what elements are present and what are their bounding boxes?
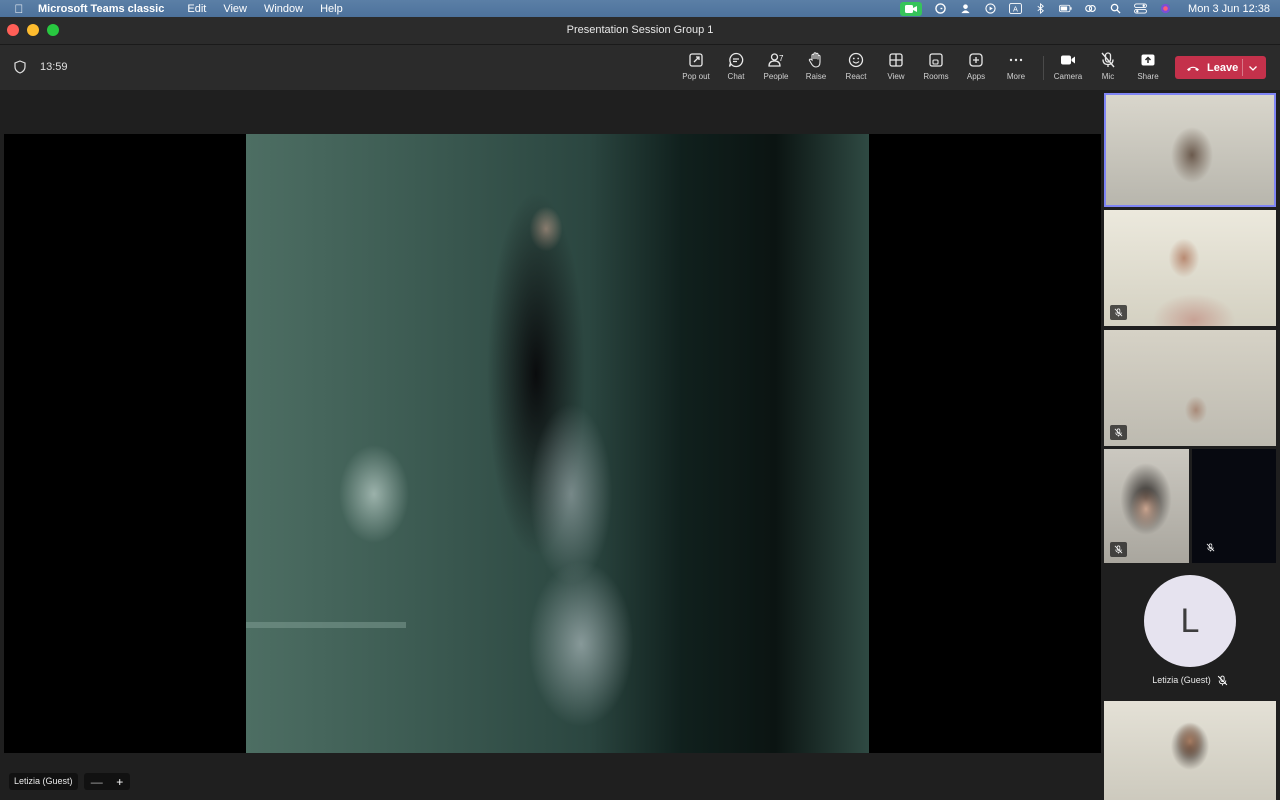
bluetooth-icon[interactable] — [1034, 3, 1047, 14]
zoom-in-button[interactable]: + — [116, 775, 123, 789]
shield-icon — [14, 60, 26, 74]
app-menu[interactable]: Microsoft Teams classic — [38, 3, 164, 15]
more-button[interactable]: More — [996, 51, 1036, 87]
participant-video-tile[interactable] — [1104, 210, 1276, 326]
chat-button[interactable]: Chat — [716, 51, 756, 87]
meeting-timer: 13:59 — [40, 61, 68, 73]
view-label: View — [887, 72, 905, 81]
participant-video-tile[interactable] — [1104, 330, 1276, 446]
battery-icon[interactable] — [1059, 3, 1072, 14]
meeting-stage: Letizia (Guest) — + — [0, 90, 1104, 800]
people-button[interactable]: 7 People — [756, 51, 796, 87]
menu-view[interactable]: View — [223, 3, 247, 15]
share-label: Share — [1137, 72, 1159, 81]
window-title: Presentation Session Group 1 — [566, 24, 714, 36]
svg-text:A: A — [1013, 4, 1018, 13]
leave-divider — [1242, 59, 1243, 76]
view-button[interactable]: View — [876, 51, 916, 87]
mic-off-icon — [1217, 675, 1228, 686]
mic-off-icon — [1206, 543, 1215, 552]
participant-video-tile[interactable] — [1192, 449, 1276, 563]
share-screen-icon — [1141, 54, 1155, 66]
camera-button[interactable]: Camera — [1048, 51, 1088, 87]
window-titlebar: Presentation Session Group 1 — [0, 17, 1280, 45]
zoom-controls: — + — [84, 773, 130, 790]
popout-button[interactable]: Pop out — [676, 51, 716, 87]
leave-label: Leave — [1207, 61, 1239, 74]
chat-icon — [728, 52, 744, 68]
mic-off-icon — [1101, 52, 1115, 68]
participant-muted-badge — [1110, 542, 1127, 557]
avatar: L — [1144, 575, 1236, 667]
hang-up-icon — [1187, 66, 1199, 71]
link-icon[interactable] — [1084, 3, 1097, 14]
mic-off-icon — [1114, 428, 1123, 437]
menu-help[interactable]: Help — [320, 3, 343, 15]
apps-label: Apps — [966, 72, 986, 81]
more-dots-icon — [1009, 58, 1023, 62]
leave-button[interactable]: Leave — [1175, 56, 1266, 79]
people-label: People — [763, 72, 789, 81]
share-button[interactable]: Share — [1128, 51, 1168, 87]
participant-video-tile[interactable] — [1104, 93, 1276, 207]
chevron-down-icon[interactable] — [1247, 62, 1259, 74]
grid-view-icon — [889, 53, 903, 67]
camera-label: Camera — [1053, 72, 1083, 81]
camera-in-use-icon[interactable] — [900, 1, 923, 16]
grammarly-icon[interactable] — [934, 3, 947, 14]
react-button[interactable]: React — [836, 51, 876, 87]
menubar-status-area: A Mon 3 Jun 12:38 — [900, 0, 1270, 17]
smiley-icon — [848, 52, 864, 68]
menubar-clock[interactable]: Mon 3 Jun 12:38 — [1188, 3, 1270, 15]
rooms-label: Rooms — [923, 72, 949, 81]
user-status-icon[interactable] — [959, 3, 972, 14]
control-center-icon[interactable] — [1134, 3, 1147, 14]
search-icon[interactable] — [1109, 3, 1122, 14]
more-label: More — [1006, 72, 1026, 81]
hand-icon — [808, 52, 821, 68]
raise-hand-button[interactable]: Raise — [796, 51, 836, 87]
play-circle-icon[interactable] — [984, 3, 997, 14]
participant-muted-badge — [1110, 425, 1127, 440]
siri-icon[interactable] — [1159, 3, 1172, 14]
participant-gallery: L Letizia (Guest) — [1104, 90, 1280, 800]
react-label: React — [845, 72, 867, 81]
toolbar-divider — [1043, 56, 1044, 80]
popout-icon — [689, 53, 703, 67]
participant-muted-badge — [1202, 540, 1219, 555]
add-apps-icon — [969, 53, 983, 67]
popout-label: Pop out — [682, 72, 710, 81]
participant-video-tile[interactable] — [1104, 449, 1189, 563]
participant-muted-badge — [1110, 305, 1127, 320]
input-source-icon[interactable]: A — [1009, 3, 1022, 14]
menu-window[interactable]: Window — [264, 3, 303, 15]
wall-trim — [246, 622, 406, 628]
participant-avatar-tile[interactable]: L Letizia (Guest) — [1104, 575, 1280, 695]
shared-image — [246, 134, 869, 753]
camera-icon — [1061, 55, 1075, 65]
mic-label: Mic — [1101, 72, 1115, 81]
mic-off-icon — [1114, 308, 1123, 317]
shared-screen[interactable] — [4, 134, 1101, 753]
apps-button[interactable]: Apps — [956, 51, 996, 87]
people-count-badge: 7 — [779, 54, 784, 63]
mic-off-icon — [1114, 545, 1123, 554]
macos-menubar:  Microsoft Teams classic Edit View Wind… — [0, 0, 1280, 17]
participant-name: Letizia (Guest) — [1152, 675, 1211, 685]
presenter-name-label: Letizia (Guest) — [9, 773, 78, 790]
mic-button[interactable]: Mic — [1088, 51, 1128, 87]
menu-edit[interactable]: Edit — [187, 3, 206, 15]
zoom-out-button[interactable]: — — [91, 775, 103, 789]
rooms-icon — [929, 53, 943, 67]
apple-menu-icon[interactable]:  — [0, 2, 38, 16]
rooms-button[interactable]: Rooms — [916, 51, 956, 87]
chat-label: Chat — [727, 72, 745, 81]
meeting-toolbar: 13:59 Pop out Chat 7 People Raise React … — [0, 45, 1280, 90]
raise-label: Raise — [805, 72, 827, 81]
participant-video-tile[interactable] — [1104, 701, 1276, 800]
